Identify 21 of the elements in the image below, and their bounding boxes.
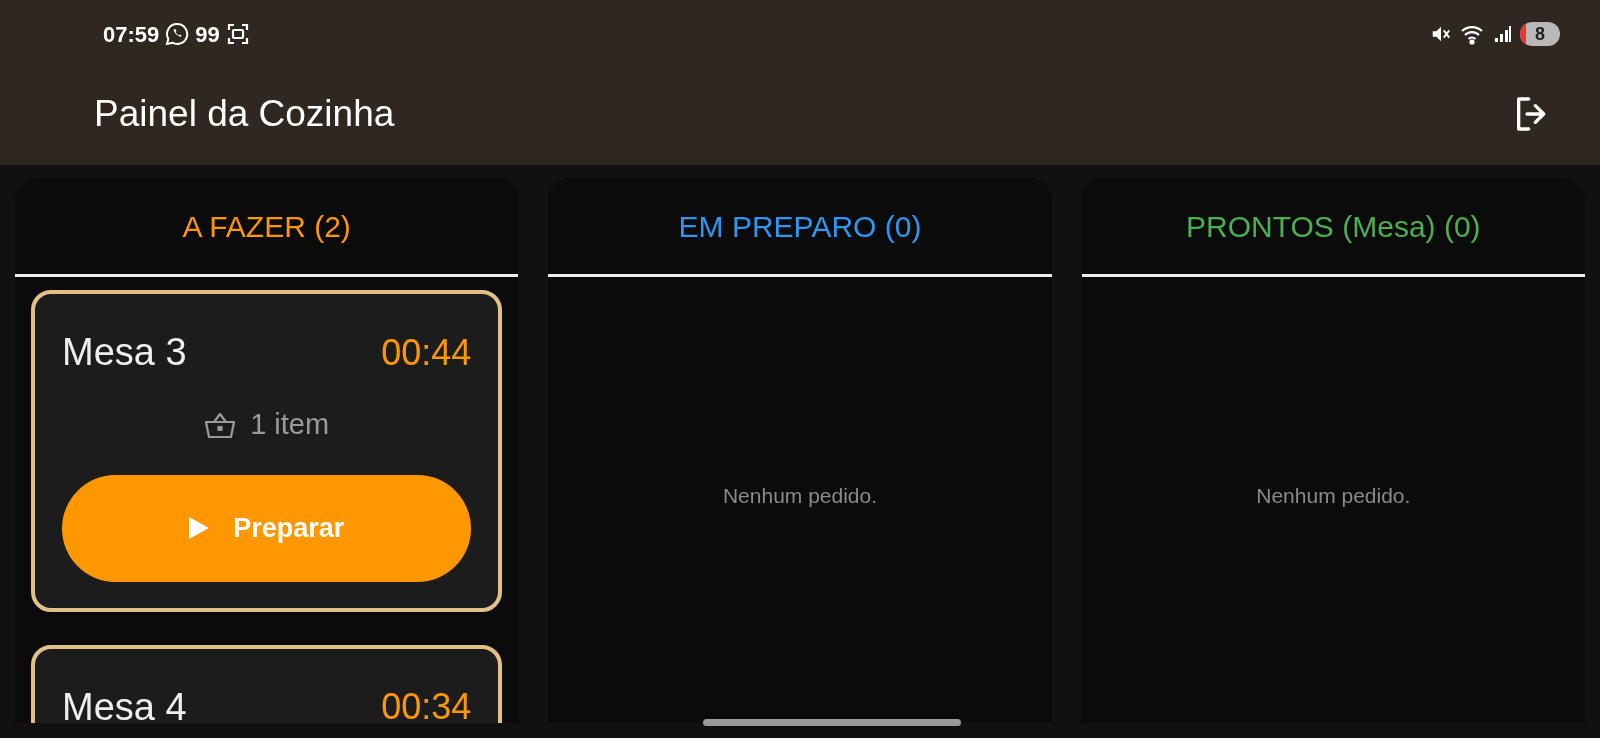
app-title: Painel da Cozinha <box>94 91 395 136</box>
play-icon <box>189 517 210 539</box>
screenshot-icon <box>225 22 250 46</box>
order-timer: 00:44 <box>381 330 472 375</box>
column-title: A FAZER (2) <box>182 208 351 245</box>
signal-icon <box>1494 25 1512 43</box>
order-card[interactable]: Mesa 4 00:34 <box>31 644 503 723</box>
chat-bubble-icon <box>165 22 190 46</box>
item-count: 1 item <box>250 407 330 442</box>
notification-count: 99 <box>195 20 220 49</box>
order-timer: 00:34 <box>381 685 472 723</box>
table-name: Mesa 3 <box>62 330 187 375</box>
battery-level-text: 8 <box>1535 22 1545 46</box>
table-name: Mesa 4 <box>62 684 187 723</box>
clock-time: 07:59 <box>103 20 160 49</box>
empty-message: Nenhum pedido. <box>722 483 878 510</box>
empty-message: Nenhum pedido. <box>1256 483 1411 510</box>
column-title: PRONTOS (Mesa) (0) <box>1186 208 1481 245</box>
order-card[interactable]: Mesa 3 00:44 1 item Preparar <box>31 290 503 612</box>
battery-low-fill <box>1520 22 1526 46</box>
column-title: EM PREPARO (0) <box>678 208 922 245</box>
